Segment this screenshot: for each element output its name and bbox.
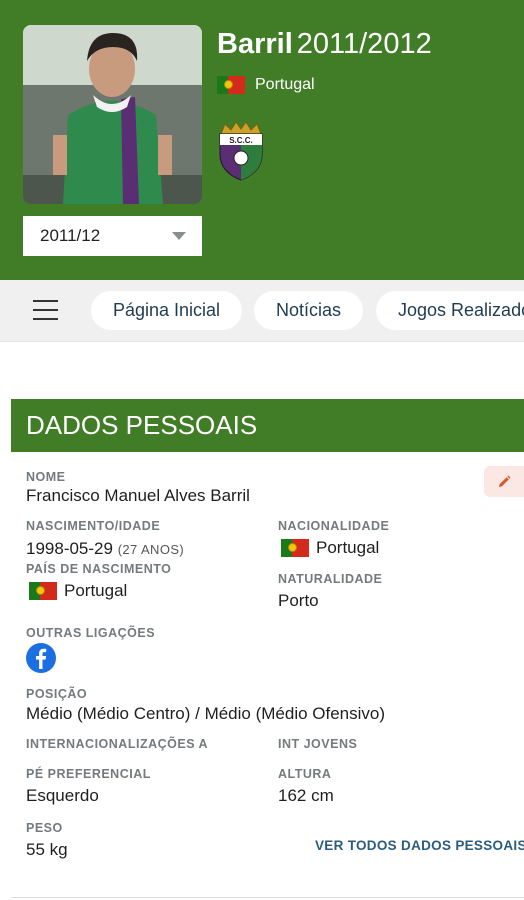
player-header: 2011/12 Barril 2011/2012 Portugal S.C.C. [0,0,524,280]
club-crest-icon[interactable]: S.C.C. [217,120,265,182]
portugal-flag-icon [217,76,245,94]
pencil-icon [499,475,511,487]
nome-value: Francisco Manuel Alves Barril [26,486,250,505]
season-title: 2011/2012 [296,28,432,60]
header-country-label: Portugal [255,76,315,93]
tab-pagina-inicial[interactable]: Página Inicial [91,291,242,330]
naturalidade-label: NATURALIDADE [278,572,383,586]
posicao-value: Médio (Médio Centro) / Médio (Médio Ofen… [26,704,386,723]
nome-label: NOME [26,470,66,484]
portugal-flag-icon [29,582,57,600]
club-crest-text: S.C.C. [229,136,253,145]
portugal-flag-icon [281,539,309,557]
nascimento-label: NASCIMENTO/IDADE [26,519,161,533]
season-dropdown[interactable]: 2011/12 [23,204,202,256]
birth-date: 1998-05-29 [26,539,113,558]
divider [11,897,524,898]
nacionalidade-value: Portugal [281,538,379,558]
outras-ligacoes-label: OUTRAS LIGAÇÕES [26,626,156,640]
ver-todos-dados-link[interactable]: VER TODOS DADOS PESSOAIS > [315,838,524,853]
peso-label: PESO [26,821,63,835]
posicao-label: POSIÇÃO [26,687,88,701]
altura-value: 162 cm [278,786,334,805]
pe-preferencial-label: PÉ PREFERENCIAL [26,767,151,781]
tab-noticias[interactable]: Notícias [254,291,363,330]
int-jovens-label: INT JOVENS [278,737,358,751]
nav-bar: Página Inicial Notícias Jogos Realizados [0,280,524,342]
naturalidade-value: Porto [278,591,319,610]
facebook-icon[interactable] [26,643,56,673]
age-value: (27 ANOS) [117,542,185,557]
section-title-bar: DADOS PESSOAIS [11,399,524,452]
edit-button[interactable] [484,466,524,497]
header-country: Portugal [217,76,315,94]
menu-icon[interactable] [33,300,58,320]
season-dropdown-value: 2011/12 [40,226,101,245]
tab-label: Jogos Realizados [398,300,524,320]
section-title: DADOS PESSOAIS [26,410,258,440]
tab-label: Página Inicial [112,300,221,320]
tab-jogos-realizados[interactable]: Jogos Realizados [376,291,524,330]
nacionalidade-text: Portugal [316,538,380,557]
pais-nascimento-text: Portugal [64,581,128,600]
pais-nascimento-label: PAÍS DE NASCIMENTO [26,562,172,576]
pe-preferencial-value: Esquerdo [26,786,99,805]
player-name: Barril [217,28,293,60]
nacionalidade-label: NACIONALIDADE [278,519,390,533]
nascimento-value: 1998-05-29 (27 ANOS) [26,539,184,559]
internacionalizacoes-label: INTERNACIONALIZAÇÕES A [26,737,209,751]
page-title: Barril 2011/2012 [217,28,432,61]
tab-label: Notícias [275,300,342,320]
altura-label: ALTURA [278,767,332,781]
player-photo [23,25,202,204]
pais-nascimento-value: Portugal [29,581,127,601]
player-photo-image [23,25,202,204]
chevron-down-icon [172,232,186,240]
peso-value: 55 kg [26,840,68,859]
